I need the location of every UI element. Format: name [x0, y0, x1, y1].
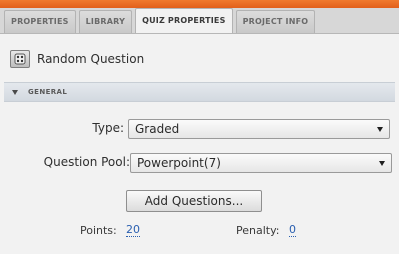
type-select[interactable]: Graded [128, 119, 390, 139]
tab-project-info[interactable]: PROJECT INFO [235, 10, 316, 33]
chevron-down-icon [379, 160, 385, 166]
add-questions-button[interactable]: Add Questions... [126, 190, 262, 212]
type-select-value: Graded [135, 122, 180, 136]
expand-arrow-icon[interactable] [12, 89, 18, 95]
penalty-label: Penalty: [236, 224, 280, 237]
page-title: Random Question [37, 52, 145, 66]
tab-quiz-properties[interactable]: QUIZ PROPERTIES [135, 8, 233, 33]
question-pool-select-value: Powerpoint(7) [137, 156, 221, 170]
points-value[interactable]: 20 [126, 224, 140, 237]
panel-tab-bar: PROPERTIES LIBRARY QUIZ PROPERTIES PROJE… [0, 8, 399, 34]
window-accent-bar [0, 0, 399, 8]
question-pool-select[interactable]: Powerpoint(7) [130, 153, 392, 173]
panel-header: Random Question [10, 46, 144, 72]
points-label: Points: [80, 224, 117, 237]
chevron-down-icon [377, 126, 383, 132]
question-pool-label: Question Pool: [43, 155, 130, 169]
penalty-value[interactable]: 0 [289, 224, 296, 237]
section-title: GENERAL [28, 88, 68, 96]
type-label: Type: [92, 121, 124, 135]
random-question-icon [10, 50, 30, 68]
tab-library[interactable]: LIBRARY [78, 10, 133, 33]
tab-properties[interactable]: PROPERTIES [4, 10, 76, 33]
section-general[interactable]: GENERAL [4, 82, 395, 102]
